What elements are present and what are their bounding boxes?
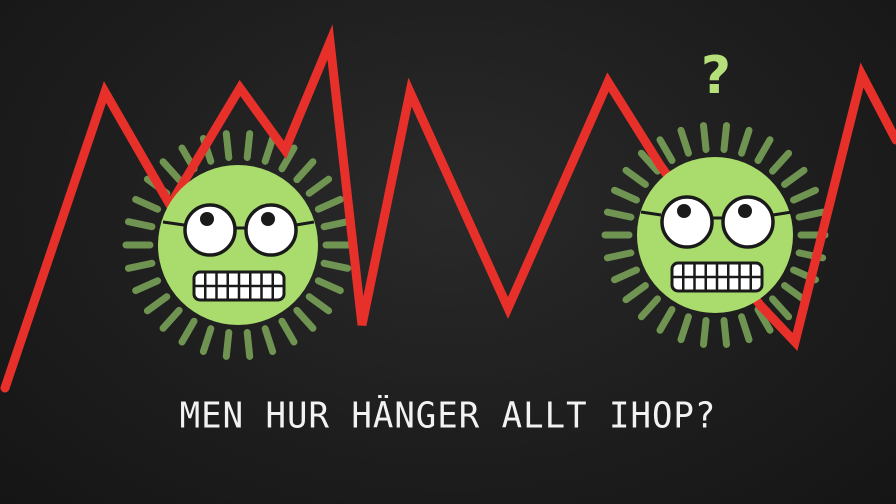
virus-spike (124, 218, 156, 231)
virus-spike (320, 259, 352, 272)
virus-spike (738, 126, 753, 157)
pupil-left (677, 204, 691, 218)
virus-spike (754, 136, 774, 165)
virus-spike (603, 249, 635, 262)
caption-text: MEN HUR HÄNGER ALLT IHOP? (179, 395, 717, 437)
virus-spike (293, 158, 317, 184)
eye-right (721, 195, 775, 249)
virus-spike (622, 166, 649, 188)
pupil-left (200, 212, 214, 226)
virus-spike (261, 325, 277, 356)
virus-spike (132, 277, 162, 295)
virus-spike (159, 306, 183, 332)
virus-spike (603, 208, 635, 221)
virus-spike (261, 134, 277, 165)
virus-spike (769, 149, 793, 175)
virus-spike (159, 158, 183, 184)
virus-spike (637, 295, 661, 321)
virus-spike (132, 195, 162, 213)
virus-spike (305, 175, 333, 197)
pupil-right (738, 204, 752, 218)
virus-spike (790, 186, 819, 204)
virus-spike (222, 329, 233, 360)
virus-spike (320, 218, 352, 231)
virus-spike (199, 325, 215, 356)
eye-left (183, 203, 237, 257)
virus-spike (656, 136, 676, 165)
virus-spike (700, 122, 710, 153)
virus-spike (611, 266, 640, 284)
virus-spike (314, 195, 344, 213)
virus-spike (677, 126, 692, 157)
virus-spike (124, 259, 156, 272)
virus-spike (293, 306, 317, 332)
virus-spike (781, 282, 808, 304)
virus-spike (795, 208, 827, 221)
virus-spike (720, 122, 730, 153)
virus-spike (720, 317, 730, 348)
virus-spike (677, 313, 692, 344)
virus-spike (781, 166, 808, 188)
virus-character-icon (158, 165, 318, 325)
virus-spike (738, 313, 753, 344)
virus-spike (769, 295, 793, 321)
eye-left (660, 195, 714, 249)
virus-spike (222, 130, 233, 161)
virus-spike (305, 293, 333, 315)
virus-spike (278, 317, 298, 346)
question-mark-icon: ? (700, 46, 732, 106)
virus-spike (314, 277, 344, 295)
virus-spike (178, 317, 198, 346)
pupil-right (261, 212, 275, 226)
virus-spike (243, 130, 254, 161)
virus-character-icon (637, 157, 793, 313)
virus-spike (611, 186, 640, 204)
virus-spike (143, 293, 171, 315)
virus-spike (700, 317, 710, 348)
virus-spike (243, 329, 254, 360)
eye-right (244, 203, 298, 257)
chalkboard-scene: ? MEN HUR HÄNGER ALLT IHOP? (0, 0, 896, 504)
virus-spike (622, 282, 649, 304)
virus-spike (656, 305, 676, 334)
